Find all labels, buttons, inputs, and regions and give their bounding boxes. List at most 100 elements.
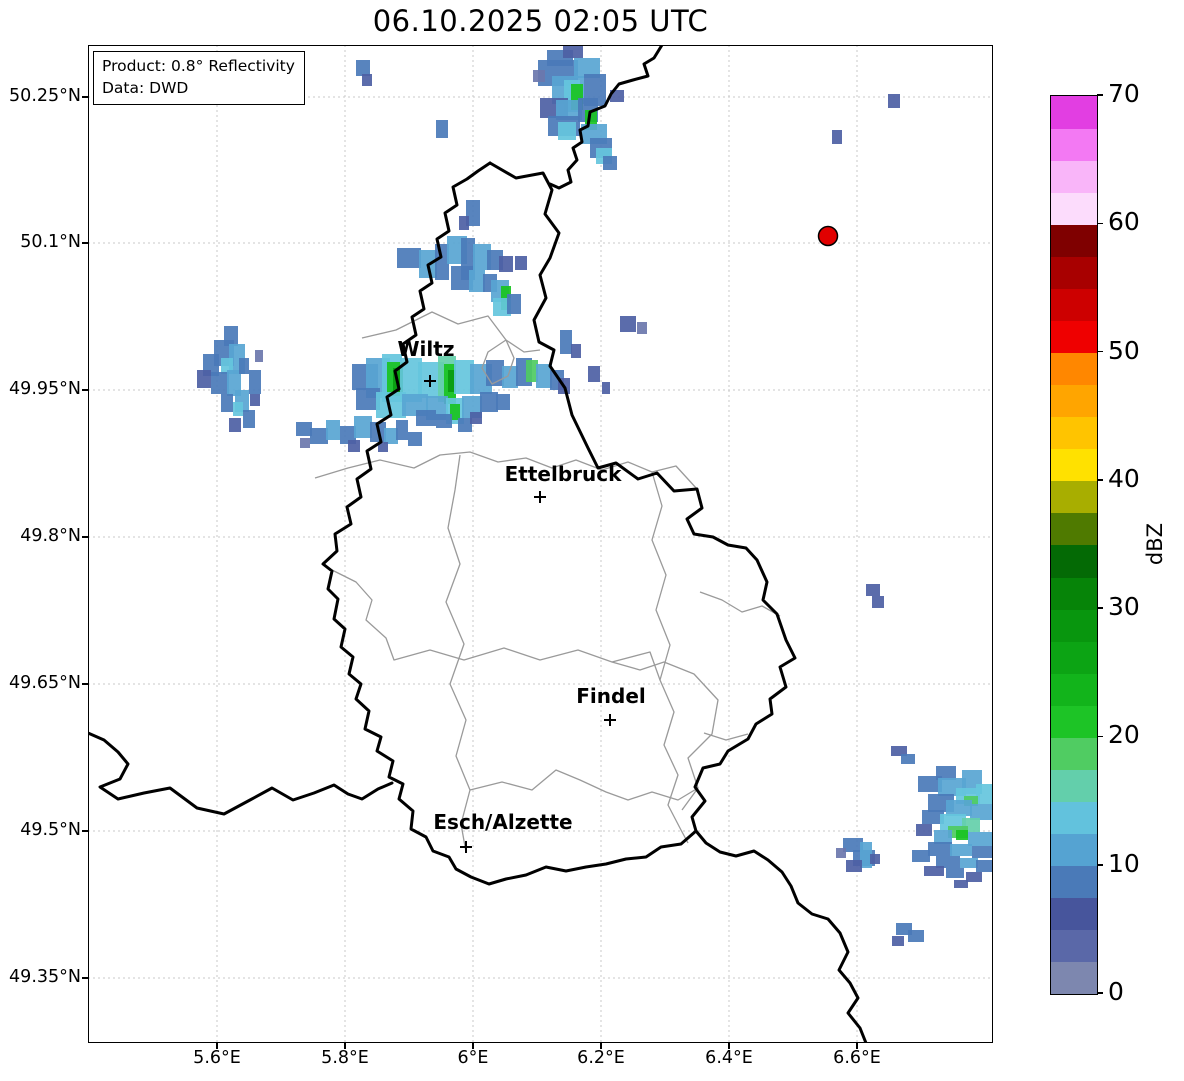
colorbar-tick [1097, 94, 1103, 96]
y-axis-tick-label: 49.65°N [1, 673, 81, 693]
radar-echo-cell [515, 256, 527, 270]
radar-echo-cell [966, 872, 982, 882]
colorbar-segment [1051, 385, 1097, 418]
colorbar-tick-label: 40 [1108, 464, 1140, 493]
colorbar-tick-label: 60 [1108, 207, 1140, 236]
radar-echo-cell [620, 316, 636, 332]
colorbar-segment [1051, 160, 1097, 193]
plot-title: 06.10.2025 02:05 UTC [88, 4, 993, 38]
x-axis-tick-label: 6.4°E [705, 1048, 753, 1068]
radar-site-dot [819, 227, 838, 246]
colorbar [1050, 95, 1098, 995]
radar-echo-cell [499, 256, 513, 272]
radar-echo-cell [250, 394, 260, 406]
y-axis-tick-label: 49.35°N [1, 967, 81, 987]
colorbar-segment [1051, 577, 1097, 610]
x-axis-tick [216, 1043, 218, 1049]
radar-echo-cell [229, 418, 241, 432]
colorbar-segment [1051, 288, 1097, 321]
colorbar-segment [1051, 673, 1097, 706]
radar-echo-cell [560, 330, 572, 354]
product-info-box: Product: 0.8° Reflectivity Data: DWD [93, 51, 305, 105]
radar-echo-cell [197, 370, 211, 388]
y-axis-tick-label: 50.25°N [1, 86, 81, 106]
x-axis-tick [600, 1043, 602, 1049]
y-axis-tick [82, 389, 88, 391]
radar-echo-cell [872, 596, 884, 608]
radar-echo-cell [836, 848, 846, 858]
radar-echo-cell [362, 74, 372, 86]
city-label: Findel [576, 684, 646, 708]
canton-border [652, 472, 688, 843]
radar-echo-cell [892, 936, 904, 946]
colorbar-segment [1051, 545, 1097, 578]
radar-echo-cell [239, 358, 249, 374]
y-axis-tick [82, 683, 88, 685]
colorbar-tick-label: 70 [1108, 79, 1140, 108]
colorbar-segment [1051, 898, 1097, 931]
x-axis-tick-label: 6.6°E [833, 1048, 881, 1068]
radar-echo-cell [233, 402, 243, 416]
country-border [88, 733, 392, 814]
colorbar-segment [1051, 256, 1097, 289]
radar-echo-cell [458, 418, 472, 432]
colorbar-segment [1051, 930, 1097, 963]
radar-echo-cell [888, 94, 900, 108]
x-axis-tick-label: 5.8°E [321, 1048, 369, 1068]
y-axis-tick [82, 96, 88, 98]
radar-echo-cell [870, 854, 880, 864]
radar-echo-cell [396, 420, 408, 440]
x-axis-tick-label: 5.6°E [193, 1048, 241, 1068]
radar-echo-cell [970, 804, 993, 820]
radar-echo-cell [533, 70, 545, 82]
radar-echo-cell [912, 850, 930, 862]
colorbar-tick [1097, 736, 1103, 738]
colorbar-segment [1051, 321, 1097, 354]
y-axis-tick [82, 830, 88, 832]
colorbar-tick-label: 0 [1108, 977, 1124, 1006]
radar-echo-cell [602, 382, 610, 394]
radar-echo-cell [470, 412, 482, 424]
y-axis-tick-label: 49.8°N [1, 526, 81, 546]
y-axis-tick-label: 49.95°N [1, 379, 81, 399]
colorbar-segment [1051, 417, 1097, 450]
colorbar-segment [1051, 770, 1097, 803]
colorbar-segment [1051, 962, 1097, 995]
radar-echo-cell [976, 784, 993, 804]
radar-echo-cell [946, 868, 964, 878]
radar-echo-cell [436, 120, 448, 138]
colorbar-tick [1097, 479, 1103, 481]
canton-border [470, 770, 698, 800]
radar-echo-cell [558, 122, 576, 140]
radar-echo-cell [968, 832, 993, 846]
y-axis-tick [82, 242, 88, 244]
radar-echo-cell [563, 46, 583, 58]
radar-echo-cell [469, 270, 485, 292]
x-axis-tick-label: 6°E [458, 1048, 489, 1068]
radar-echo-cell [924, 866, 944, 876]
radar-echo-cell [416, 410, 436, 426]
radar-echo-cell [354, 416, 372, 438]
radar-echo-cell [846, 860, 862, 872]
colorbar-tick-label: 20 [1108, 720, 1140, 749]
radar-echo-cell [972, 846, 993, 858]
colorbar-segment [1051, 224, 1097, 257]
radar-echo-cell [934, 830, 952, 844]
radar-echo-cell [950, 844, 972, 856]
radar-echo-cell [908, 930, 924, 942]
map-canvas: WiltzEttelbruckFindelEsch/Alzette [88, 45, 993, 1043]
radar-echo-cell [459, 216, 469, 230]
radar-echo-cell [603, 156, 617, 170]
radar-echo-cell [866, 584, 880, 596]
radar-echo-cell [480, 392, 498, 412]
y-axis-tick [82, 536, 88, 538]
radar-echo-cell [588, 366, 600, 382]
radar-echo-cell [507, 294, 521, 314]
colorbar-segment [1051, 513, 1097, 546]
radar-map-page: 06.10.2025 02:05 UTC WiltzEttelbruckFind… [0, 0, 1184, 1081]
colorbar-segment [1051, 481, 1097, 514]
radar-echo-cell [408, 432, 422, 446]
country-border [323, 163, 795, 884]
country-border [696, 831, 866, 1043]
radar-echo-cell [436, 414, 452, 428]
